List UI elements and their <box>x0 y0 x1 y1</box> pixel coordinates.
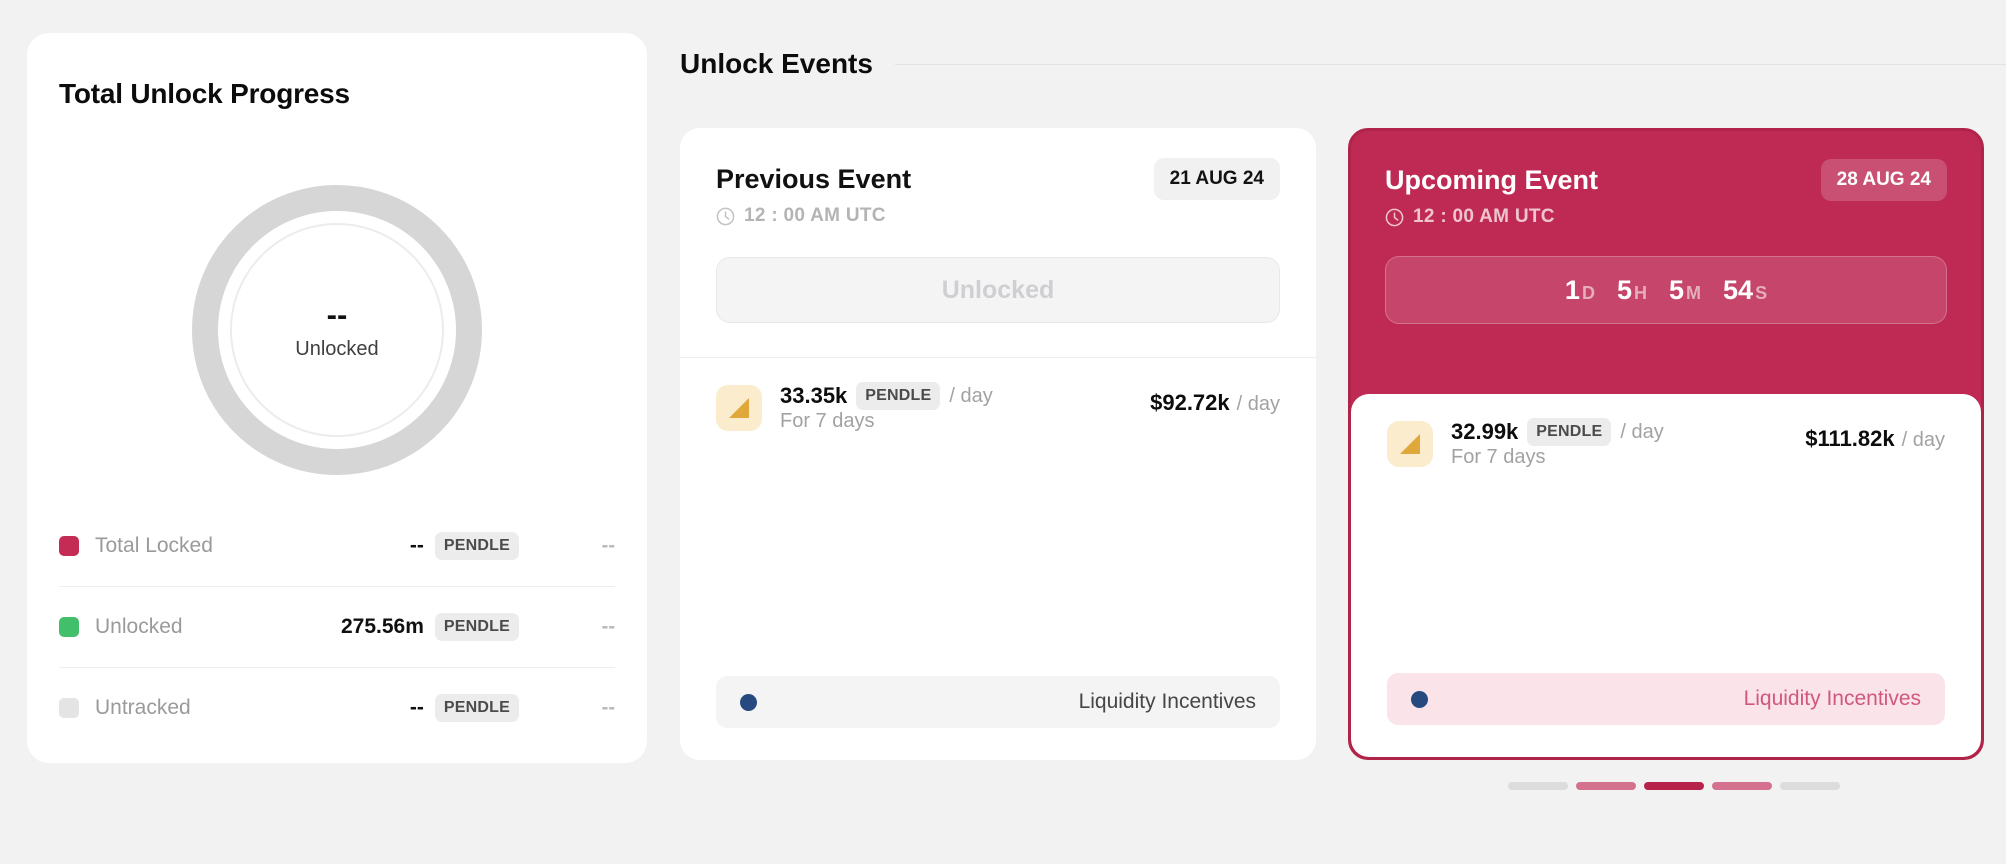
total-unlock-progress-card: Total Unlock Progress -- Unlocked Total … <box>27 33 647 763</box>
usd-value: $111.82k <box>1805 426 1895 451</box>
countdown-hours-unit: H <box>1633 282 1647 303</box>
unlock-dashboard: Total Unlock Progress -- Unlocked Total … <box>0 0 2006 864</box>
countdown-hours-value: 5 <box>1616 274 1632 305</box>
upcoming-event-body: 32.99k PENDLE / day For 7 days $111.82k … <box>1351 394 1981 757</box>
previous-event-amount-row: 33.35k PENDLE / day For 7 days $92.72k /… <box>680 358 1316 433</box>
amount-per-day: / day <box>1620 420 1664 443</box>
tag-label: Liquidity Incentives <box>1743 687 1921 710</box>
token-chip: PENDLE <box>1527 418 1612 446</box>
countdown-minutes: 5 M <box>1669 275 1701 306</box>
countdown-seconds-unit: S <box>1755 282 1768 303</box>
legend-swatch-untracked <box>59 698 79 718</box>
page-title: Total Unlock Progress <box>59 78 350 109</box>
countdown-hours: 5 H <box>1617 275 1647 306</box>
previous-event-date-badge: 21 AUG 24 <box>1153 158 1280 200</box>
donut-center-label: -- Unlocked <box>192 185 482 475</box>
countdown-seconds: 54 S <box>1723 275 1767 306</box>
legend-value-group: 275.56m PENDLE <box>341 613 519 641</box>
legend-value-group: -- PENDLE <box>410 694 519 722</box>
usd-per-day: / day <box>1236 393 1280 415</box>
legend-amount: -- <box>409 696 424 719</box>
event-cards-carousel: Previous Event 21 AUG 24 12 : 00 AM UTC … <box>680 128 1984 760</box>
token-chip: PENDLE <box>434 531 519 560</box>
countdown-seconds-value: 54 <box>1723 274 1754 305</box>
previous-event-time-row: 12 : 00 AM UTC <box>716 205 1280 227</box>
pagination-bar-2[interactable] <box>1576 782 1636 790</box>
countdown-days-unit: D <box>1581 282 1595 303</box>
upcoming-event-date-badge: 28 AUG 24 <box>1820 159 1947 201</box>
section-title: Unlock Events <box>680 48 873 79</box>
amount-value: 32.99k <box>1451 419 1519 444</box>
amount-texts: 32.99k PENDLE / day For 7 days <box>1451 418 1664 469</box>
countdown-timer: 1 D 5 H 5 M 54 S <box>1385 256 1947 324</box>
usd-value: $92.72k <box>1150 390 1230 415</box>
clock-icon <box>716 207 735 226</box>
pagination-bar-5[interactable] <box>1780 782 1840 790</box>
usd-value-group: $92.72k / day <box>1150 390 1280 416</box>
header-divider <box>894 63 2006 65</box>
legend-row-untracked: Untracked -- PENDLE -- <box>59 667 615 748</box>
pagination-bar-1[interactable] <box>1508 782 1568 790</box>
upcoming-event-header: Upcoming Event 28 AUG 24 12 : 00 AM UTC <box>1351 131 1981 228</box>
token-chip: PENDLE <box>434 694 519 722</box>
amount-line: 32.99k PENDLE / day <box>1451 418 1664 446</box>
upcoming-event-time-row: 12 : 00 AM UTC <box>1385 206 1947 228</box>
clock-icon <box>1385 208 1404 227</box>
upcoming-event-tag-pill[interactable]: Liquidity Incentives <box>1387 673 1945 725</box>
countdown-days: 1 D <box>1565 275 1595 306</box>
legend-label: Untracked <box>95 696 191 719</box>
countdown-minutes-value: 5 <box>1668 274 1685 305</box>
legend-row-total-locked: Total Locked -- PENDLE -- <box>59 505 615 586</box>
amount-duration: For 7 days <box>1451 446 1546 468</box>
incentive-icon <box>1387 420 1433 467</box>
unlock-events-header: Unlock Events <box>680 48 2006 80</box>
legend-label: Total Locked <box>95 533 213 557</box>
upcoming-event-card[interactable]: Upcoming Event 28 AUG 24 12 : 00 AM UTC … <box>1348 128 1984 760</box>
amount-per-day: / day <box>949 384 993 407</box>
pagination-bar-active[interactable] <box>1644 782 1704 790</box>
usd-per-day: / day <box>1901 429 1945 451</box>
donut-label: Unlocked <box>295 338 379 360</box>
amount-value: 33.35k <box>780 383 848 408</box>
legend-percent: -- <box>601 534 615 556</box>
legend-row-unlocked: Unlocked 275.56m PENDLE -- <box>59 586 615 667</box>
pagination-bar-4[interactable] <box>1712 782 1772 790</box>
tag-label: Liquidity Incentives <box>1078 690 1256 713</box>
token-chip: PENDLE <box>434 613 519 641</box>
legend-label: Unlocked <box>95 615 183 638</box>
tag-dot-icon <box>740 693 757 711</box>
incentive-icon <box>716 384 762 431</box>
legend-value-group: -- PENDLE <box>409 531 519 560</box>
previous-event-card[interactable]: Previous Event 21 AUG 24 12 : 00 AM UTC … <box>680 128 1316 760</box>
progress-legend: Total Locked -- PENDLE -- Unlocked 275.5… <box>59 505 615 748</box>
carousel-pagination[interactable] <box>1508 782 1840 790</box>
upcoming-event-time: 12 : 00 AM UTC <box>1413 206 1555 227</box>
countdown-days-value: 1 <box>1564 274 1580 305</box>
legend-amount: -- <box>409 533 424 557</box>
amount-texts: 33.35k PENDLE / day For 7 days <box>780 382 993 433</box>
token-chip: PENDLE <box>856 382 941 410</box>
unlocked-status-button[interactable]: Unlocked <box>716 257 1280 323</box>
previous-event-time: 12 : 00 AM UTC <box>744 205 886 226</box>
countdown-minutes-unit: M <box>1686 282 1702 303</box>
amount-line: 33.35k PENDLE / day <box>780 382 993 410</box>
legend-percent: -- <box>601 696 615 719</box>
legend-swatch-unlocked <box>59 617 79 637</box>
legend-amount: 275.56m <box>340 615 424 638</box>
tag-dot-icon <box>1411 690 1428 708</box>
donut-value: -- <box>326 297 348 332</box>
legend-percent: -- <box>601 615 615 638</box>
previous-event-header: Previous Event 21 AUG 24 12 : 00 AM UTC <box>680 128 1316 227</box>
previous-event-tag-pill[interactable]: Liquidity Incentives <box>716 676 1280 728</box>
upcoming-event-amount-row: 32.99k PENDLE / day For 7 days $111.82k … <box>1351 394 1981 469</box>
unlock-progress-donut: -- Unlocked <box>192 185 482 475</box>
legend-swatch-total-locked <box>59 535 79 556</box>
usd-value-group: $111.82k / day <box>1805 426 1945 452</box>
amount-duration: For 7 days <box>780 410 875 432</box>
